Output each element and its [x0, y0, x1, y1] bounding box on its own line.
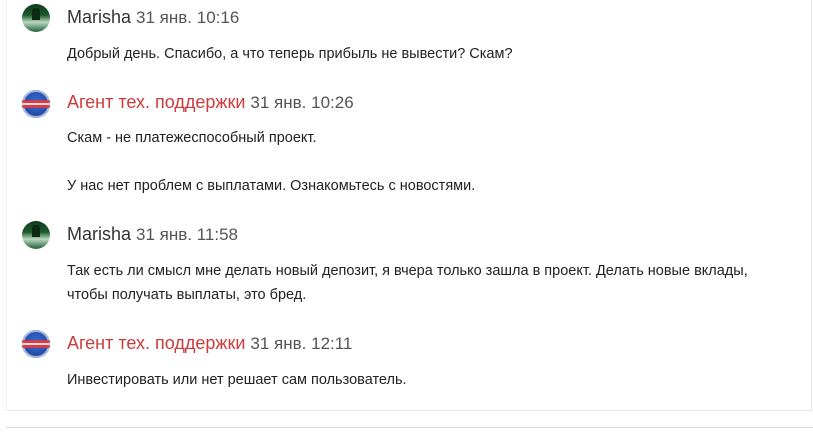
message-text-line: У нас нет проблем с выплатами. Ознакомьт… — [67, 178, 476, 194]
author-name[interactable]: Marisha — [67, 224, 131, 244]
message-header: Marisha 31 янв. 11:58 — [67, 224, 238, 245]
message-header: Агент тех. поддержки 31 янв. 12:11 — [67, 333, 352, 354]
message-time: 31 янв. 11:58 — [136, 225, 239, 244]
user-avatar[interactable] — [22, 221, 50, 249]
message-header: Marisha 31 янв. 10:16 — [67, 7, 239, 28]
message-time: 31 янв. 10:16 — [136, 8, 240, 27]
message-time: 31 янв. 12:11 — [250, 334, 353, 353]
message-header: Агент тех. поддержки 31 янв. 10:26 — [67, 92, 354, 113]
divider — [6, 427, 813, 428]
support-avatar[interactable] — [22, 330, 50, 358]
message-text-line: Скам - не платежеспособный проект. — [67, 130, 317, 146]
message-text-line: Так есть ли смысл мне делать новый депоз… — [67, 263, 748, 279]
author-name[interactable]: Агент тех. поддержки — [67, 333, 245, 353]
author-name[interactable]: Marisha — [67, 7, 131, 27]
message-time: 31 янв. 10:26 — [250, 93, 354, 112]
message-text-line: Добрый день. Спасибо, а что теперь прибы… — [67, 46, 513, 62]
message-text-line: чтобы получать выплаты, это бред. — [67, 287, 307, 303]
user-avatar[interactable] — [22, 4, 50, 32]
support-avatar[interactable] — [22, 90, 50, 118]
message-text-line: Инвестировать или нет решает сам пользов… — [67, 372, 407, 388]
author-name[interactable]: Агент тех. поддержки — [67, 92, 245, 112]
